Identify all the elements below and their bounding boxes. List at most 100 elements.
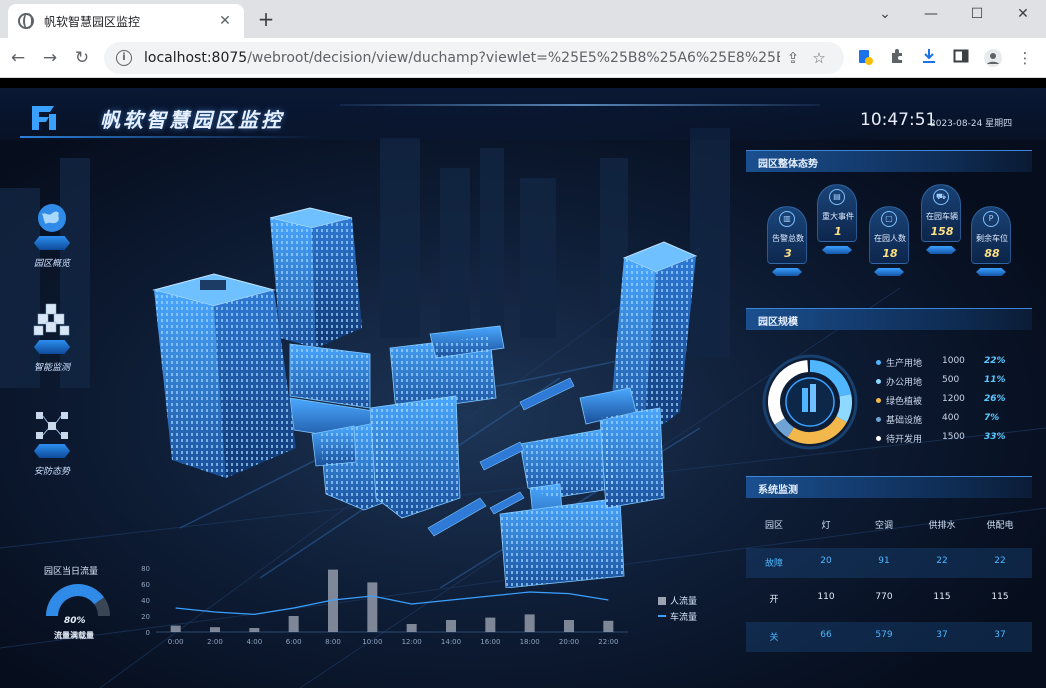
- x-tick-label: 12:00: [402, 638, 422, 646]
- legend-item: 绿色植被 1200 26%: [876, 394, 1036, 408]
- bar-people-flow[interactable]: [170, 625, 181, 632]
- maximize-button[interactable]: ☐: [954, 0, 1000, 30]
- star-icon[interactable]: ☆: [806, 49, 832, 67]
- header-divider: [20, 136, 320, 138]
- kpi-vehicles-in-park[interactable]: ⛟ 在园车辆 158: [920, 184, 962, 254]
- header-divider: [340, 104, 820, 106]
- flow-chart[interactable]: 0 20 40 60 80 0:00 2:00 4:00 6:00 8:00 10:00 12:00 1…: [128, 562, 628, 648]
- legend-dot: [876, 398, 881, 403]
- legend-item-people: 人流量: [658, 594, 718, 607]
- nav-item-overview[interactable]: 园区概览: [24, 200, 80, 269]
- nav-item-security[interactable]: 安防态势: [24, 408, 80, 477]
- browser-tab[interactable]: 帆软智慧园区监控 ✕: [8, 4, 244, 38]
- city-3d-model[interactable]: [140, 198, 700, 588]
- kebab-menu-icon[interactable]: ⋮: [1014, 48, 1036, 70]
- kpi-major-events[interactable]: ▤ 重大事件 1: [816, 184, 858, 254]
- extension-lock-icon[interactable]: [854, 48, 876, 70]
- download-icon[interactable]: [918, 48, 940, 70]
- donut-slice: [836, 394, 852, 423]
- flow-title: 园区当日流量: [44, 567, 99, 577]
- bar-people-flow[interactable]: [249, 628, 260, 632]
- legend-item-vehicles: 车流量: [658, 610, 718, 623]
- new-tab-button[interactable]: +: [256, 8, 276, 30]
- x-tick-label: 14:00: [441, 638, 461, 646]
- bar-people-flow[interactable]: [603, 620, 614, 632]
- legend-item: 基础设施 400 7%: [876, 413, 1036, 427]
- forward-arrow-icon[interactable]: →: [38, 46, 62, 70]
- kpi-alarm-total[interactable]: ▥ 告警总数 3: [766, 206, 808, 276]
- gauge-percent: 80%: [64, 616, 86, 626]
- y-tick-label: 0: [146, 629, 150, 637]
- close-icon[interactable]: ✕: [216, 13, 234, 29]
- table-header-row: 园区 灯 空调 供排水 供配电: [764, 521, 1014, 531]
- flow-gauge: [46, 584, 110, 617]
- x-tick-label: 20:00: [559, 638, 579, 646]
- x-tick-label: 4:00: [246, 638, 262, 646]
- legend-dot: [876, 436, 881, 441]
- x-tick-label: 10:00: [362, 638, 382, 646]
- bar-people-flow[interactable]: [446, 620, 456, 632]
- table-row[interactable]: 故障 20 91 22 22: [746, 548, 1032, 578]
- line-vehicle-flow[interactable]: [175, 591, 609, 616]
- network-icon: [30, 408, 74, 458]
- bar-people-flow[interactable]: [564, 620, 574, 632]
- bar-people-flow[interactable]: [210, 627, 220, 632]
- person-icon: ▢: [881, 211, 897, 227]
- back-arrow-icon[interactable]: ←: [6, 46, 30, 70]
- scale-donut-chart[interactable]: [762, 354, 858, 450]
- legend-item: 待开发用 1500 33%: [876, 432, 1036, 446]
- gauge-label: 流量满载量: [54, 631, 94, 640]
- parking-icon: P: [983, 211, 999, 227]
- info-icon[interactable]: i: [116, 50, 132, 66]
- x-tick-label: 2:00: [207, 638, 223, 646]
- reload-icon[interactable]: ↻: [70, 46, 94, 70]
- x-tick-label: 8:00: [325, 638, 341, 646]
- section-header-overview: 园区整体态势: [746, 150, 1032, 172]
- legend-dot: [876, 360, 881, 365]
- side-panel-icon[interactable]: [950, 48, 972, 70]
- daily-flow-panel: 园区当日流量 80% 流量满载量 0 20 40 60 80 0:00 2:00 4:00 6:…: [20, 558, 710, 678]
- bar-people-flow[interactable]: [367, 582, 378, 632]
- dashboard: 帆软智慧园区监控 10:47:51 2023-08-24 星期四 园区概览 智能…: [0, 88, 1046, 688]
- bar-people-flow[interactable]: [485, 617, 496, 632]
- clock: 10:47:51: [860, 110, 937, 130]
- legend-item: 生产用地 1000 22%: [876, 356, 1036, 370]
- x-tick-label: 22:00: [598, 638, 618, 646]
- close-window-button[interactable]: ✕: [1000, 0, 1046, 30]
- profile-avatar-icon[interactable]: [982, 48, 1004, 70]
- x-tick-label: 6:00: [286, 638, 302, 646]
- nav-item-monitor[interactable]: 智能监测: [24, 303, 80, 373]
- legend-dot: [876, 379, 881, 384]
- url-text[interactable]: localhost:8075/webroot/decision/view/duc…: [144, 50, 780, 66]
- kpi-free-parking[interactable]: P 剩余车位 88: [970, 206, 1012, 276]
- legend-item: 办公用地 500 11%: [876, 375, 1036, 389]
- x-tick-label: 16:00: [480, 638, 500, 646]
- bar-people-flow[interactable]: [524, 614, 535, 632]
- x-tick-label: 0:00: [168, 638, 184, 646]
- kpi-people-in-park[interactable]: ▢ 在园人数 18: [868, 206, 910, 276]
- address-bar[interactable]: i localhost:8075/webroot/decision/view/d…: [104, 42, 844, 74]
- truck-icon: ⛟: [933, 189, 949, 205]
- browser-tabbar: 帆软智慧园区监控 ✕ + ⌄ — ☐ ✕: [0, 0, 1046, 38]
- bar-people-flow[interactable]: [288, 616, 299, 632]
- y-tick-label: 20: [141, 613, 150, 621]
- chevron-down-icon[interactable]: ⌄: [862, 0, 908, 30]
- bar-people-flow[interactable]: [406, 624, 417, 632]
- fanruan-logo: [32, 106, 56, 130]
- share-icon[interactable]: ⇪: [780, 49, 806, 67]
- date-label: 2023-08-24 星期四: [930, 119, 1013, 129]
- section-header-scale: 园区规模: [746, 308, 1032, 330]
- y-tick-label: 60: [141, 581, 150, 589]
- document-icon: ▤: [829, 189, 845, 205]
- section-header-system: 系统监测: [746, 476, 1032, 498]
- minimize-button[interactable]: —: [908, 0, 954, 30]
- x-tick-label: 18:00: [520, 638, 540, 646]
- table-row[interactable]: 开 110 770 115 115: [746, 584, 1032, 614]
- table-row[interactable]: 关 66 579 37 37: [746, 622, 1032, 652]
- building-icon: ▥: [779, 211, 795, 227]
- globe-icon: [30, 200, 74, 250]
- legend-swatch: [658, 615, 666, 617]
- puzzle-icon[interactable]: [886, 48, 908, 70]
- y-tick-label: 40: [141, 597, 150, 605]
- y-tick-label: 80: [141, 565, 150, 573]
